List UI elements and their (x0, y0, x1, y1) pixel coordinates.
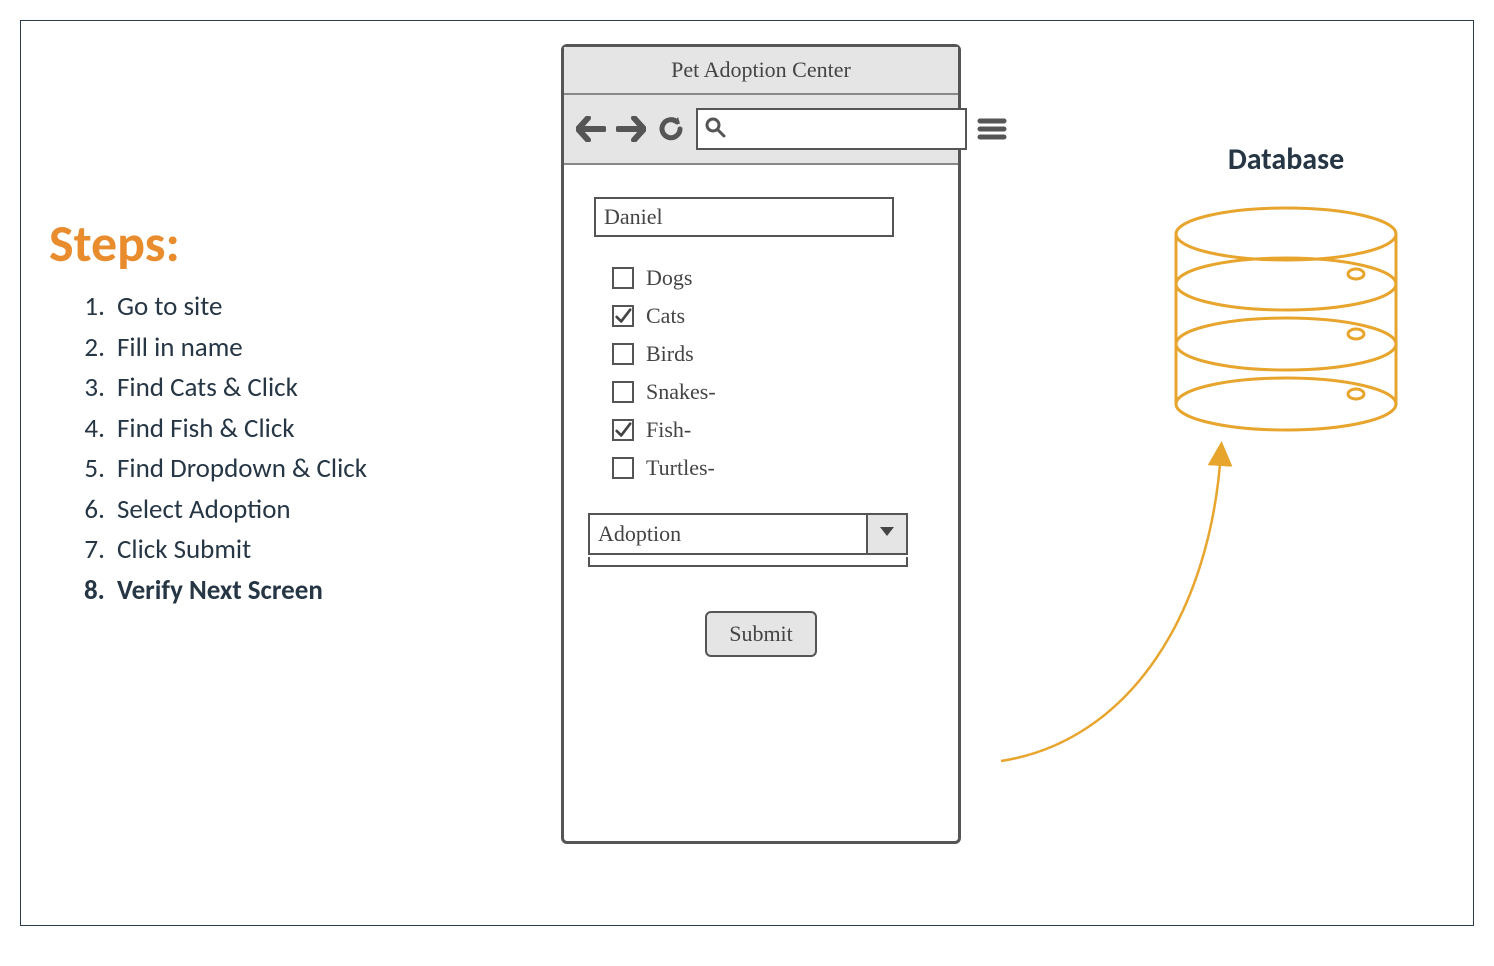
back-icon[interactable] (576, 116, 606, 142)
step-fill-in-name: Fill in name (111, 328, 511, 369)
checkbox-label-dogs: Dogs (646, 265, 692, 291)
flow-arrow-icon (971, 431, 1291, 801)
steps-list: Go to site Fill in name Find Cats & Clic… (41, 287, 511, 611)
app-title: Pet Adoption Center (671, 57, 851, 83)
dropdown-underline (588, 557, 908, 567)
search-icon (704, 116, 726, 143)
menu-icon[interactable] (977, 116, 1007, 142)
step-select-adoption: Select Adoption (111, 490, 511, 531)
step-find-cats-click: Find Cats & Click (111, 368, 511, 409)
name-field[interactable] (594, 197, 894, 237)
forward-icon[interactable] (616, 116, 646, 142)
checkbox-row-cats[interactable]: Cats (612, 303, 928, 329)
refresh-icon[interactable] (656, 114, 686, 144)
database-icon (1166, 204, 1406, 434)
app-window: Pet Adoption Center (561, 44, 961, 844)
checkbox-row-snakes[interactable]: Snakes- (612, 379, 928, 405)
step-find-dropdown-click: Find Dropdown & Click (111, 449, 511, 490)
dropdown-wrap: Adoption (588, 513, 928, 567)
chevron-down-icon (879, 525, 895, 543)
checkbox-label-fish: Fish- (646, 417, 691, 443)
checkbox-label-cats: Cats (646, 303, 685, 329)
database-panel: Database (1121, 141, 1451, 434)
checkbox-row-turtles[interactable]: Turtles- (612, 455, 928, 481)
checkbox-turtles[interactable] (612, 457, 634, 479)
dropdown-selected: Adoption (590, 515, 866, 553)
submit-wrap: Submit (594, 611, 928, 657)
checkbox-fish[interactable] (612, 419, 634, 441)
checkbox-label-snakes: Snakes- (646, 379, 716, 405)
steps-panel: Steps: Go to site Fill in name Find Cats… (41, 211, 511, 611)
dropdown-button[interactable] (866, 515, 906, 553)
checkbox-row-dogs[interactable]: Dogs (612, 265, 928, 291)
steps-title: Steps: (49, 211, 511, 275)
app-toolbar (564, 95, 958, 165)
search-input[interactable] (732, 118, 959, 141)
checkbox-row-birds[interactable]: Birds (612, 341, 928, 367)
checkbox-label-turtles: Turtles- (646, 455, 715, 481)
checkbox-dogs[interactable] (612, 267, 634, 289)
service-dropdown[interactable]: Adoption (588, 513, 908, 555)
database-title: Database (1121, 141, 1451, 178)
checkbox-birds[interactable] (612, 343, 634, 365)
app-content: Dogs Cats Birds Snakes- (564, 165, 958, 657)
checkbox-snakes[interactable] (612, 381, 634, 403)
step-click-submit: Click Submit (111, 530, 511, 571)
checkbox-label-birds: Birds (646, 341, 694, 367)
checkbox-list: Dogs Cats Birds Snakes- (612, 265, 928, 481)
checkbox-cats[interactable] (612, 305, 634, 327)
checkbox-row-fish[interactable]: Fish- (612, 417, 928, 443)
submit-button[interactable]: Submit (705, 611, 817, 657)
step-verify-next-screen: Verify Next Screen (111, 571, 511, 612)
diagram-canvas: Steps: Go to site Fill in name Find Cats… (20, 20, 1474, 926)
step-go-to-site: Go to site (111, 287, 511, 328)
app-titlebar: Pet Adoption Center (564, 47, 958, 95)
step-find-fish-click: Find Fish & Click (111, 409, 511, 450)
search-box[interactable] (696, 108, 967, 150)
